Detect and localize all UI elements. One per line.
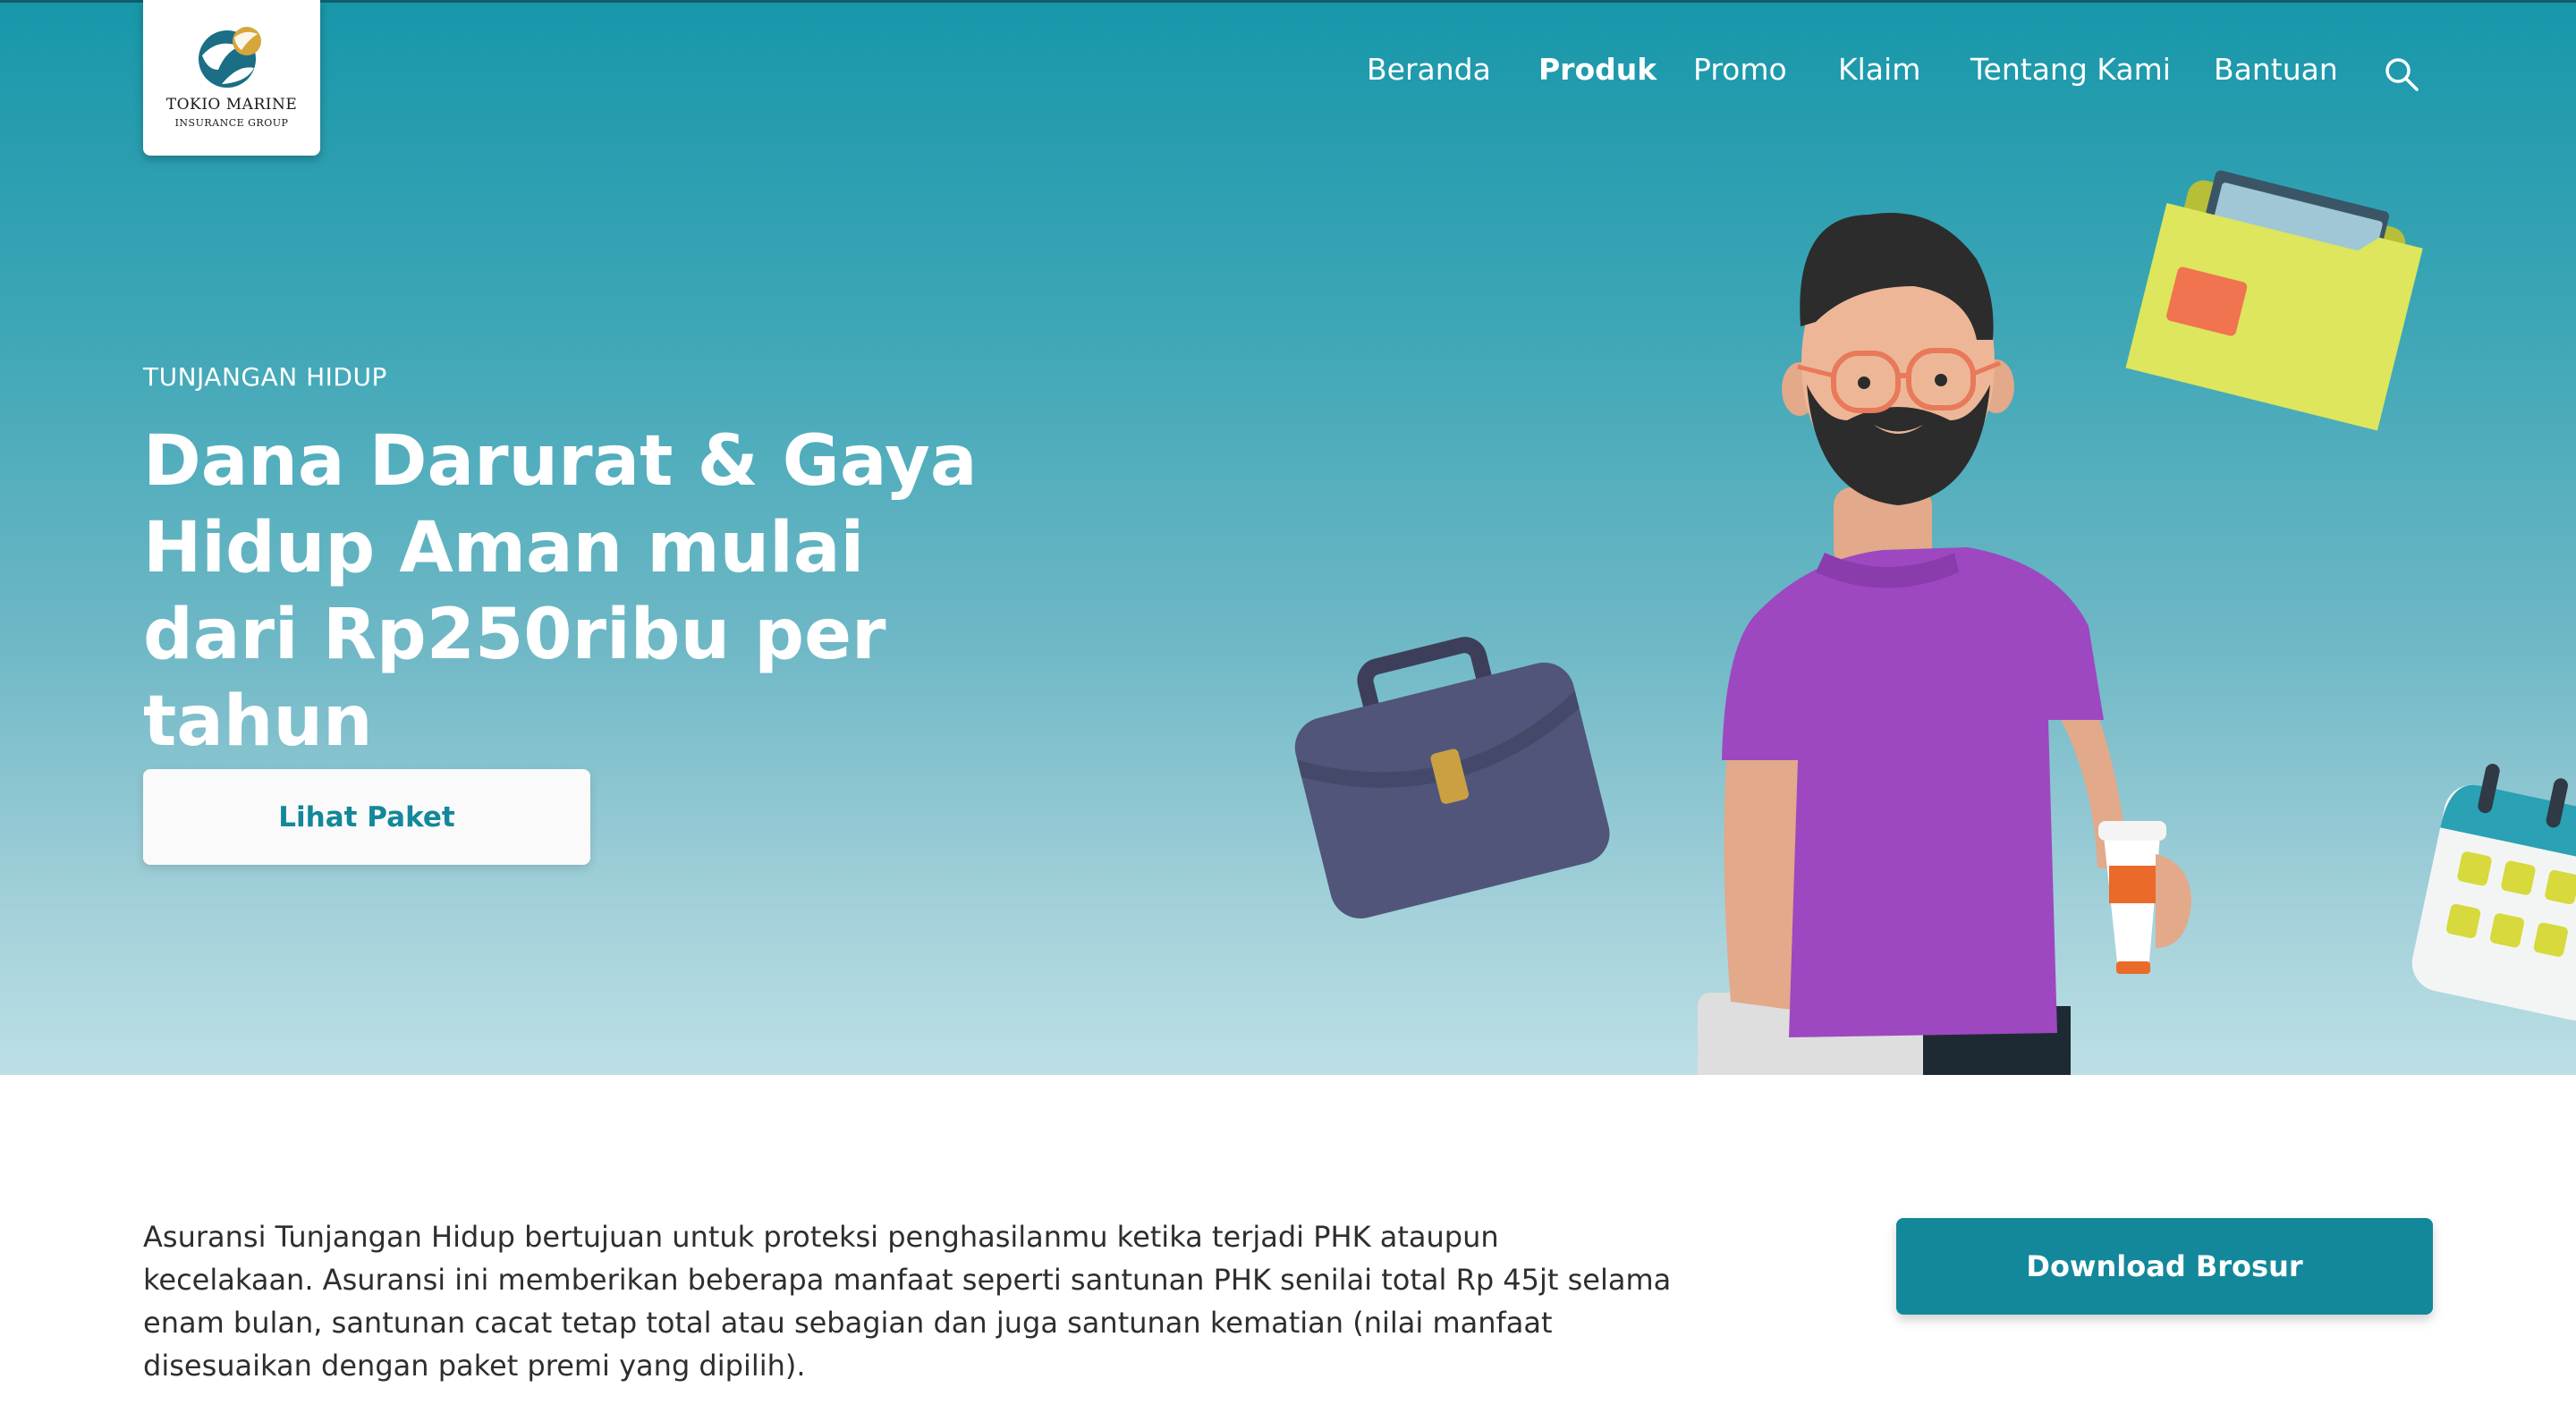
download-brosur-button[interactable]: Download Brosur (1896, 1218, 2433, 1315)
product-description: Asuransi Tunjangan Hidup bertujuan untuk… (143, 1220, 1672, 1383)
person-illustration (1698, 213, 2191, 1075)
calendar-icon (2411, 764, 2576, 1021)
hero-section: TOKIO MARINE INSURANCE GROUP Beranda Pro… (0, 0, 2576, 1075)
folder-icon (2125, 170, 2423, 431)
hero-illustration (1294, 170, 2576, 1075)
briefcase-icon (1294, 637, 1610, 919)
